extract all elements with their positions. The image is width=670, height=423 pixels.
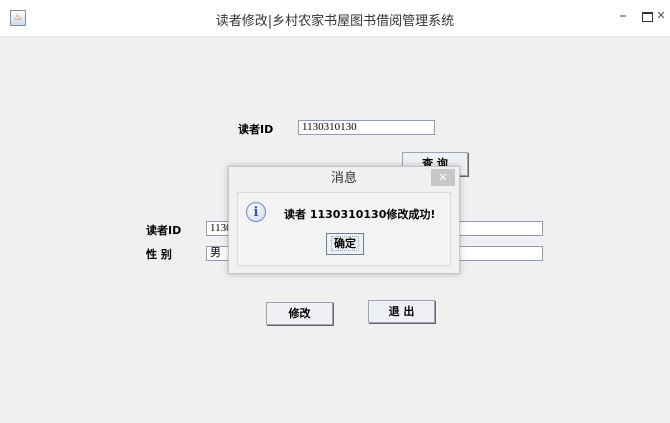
title-bar: ♨ 读者修改|乡村农家书屋图书借阅管理系统 – ✕ [0,0,670,37]
dialog-message: 读者 1130310130修改成功! [284,208,436,221]
dialog-ok-label: 确定 [331,236,359,251]
dialog-close-button[interactable]: ✕ [431,169,455,186]
exit-button[interactable]: 退 出 [368,300,435,323]
message-dialog: 消息 ✕ i 读者 1130310130修改成功! 确定 [228,166,460,274]
dialog-body: i 读者 1130310130修改成功! 确定 [237,192,451,266]
close-button[interactable]: ✕ [652,6,670,26]
dialog-ok-button[interactable]: 确定 [326,233,364,255]
query-reader-id-input[interactable]: 1130310130 [298,120,435,135]
window-title: 读者修改|乡村农家书屋图书借阅管理系统 [215,14,455,29]
minimize-button[interactable]: – [612,6,634,26]
info-icon: i [246,202,266,222]
gender-label: 性 别 [146,248,172,261]
dialog-title: 消息 [330,171,357,186]
modify-button[interactable]: 修改 [266,302,333,325]
reader-id-label: 读者ID [146,224,182,237]
query-reader-id-label: 读者ID [238,123,274,136]
maximize-icon [641,11,653,22]
